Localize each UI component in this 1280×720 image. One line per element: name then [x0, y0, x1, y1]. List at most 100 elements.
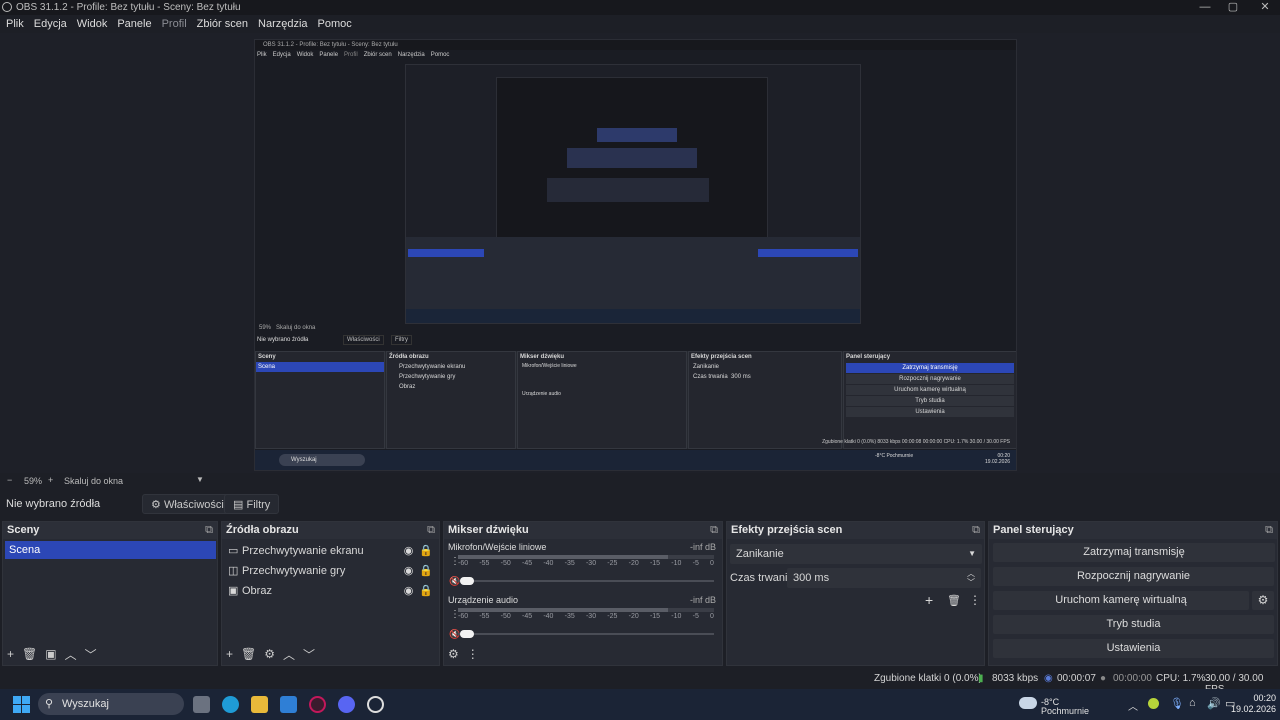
- sources-dock: Źródła obrazu ⧉ ▭ Przechwytywanie ekranu…: [221, 521, 440, 666]
- chevron-down-icon: ▼: [968, 549, 976, 558]
- microphone-icon[interactable]: 🎙: [1170, 697, 1184, 710]
- add-icon[interactable]: +: [7, 647, 14, 661]
- tray-app-icon[interactable]: [1148, 698, 1159, 709]
- filters-button[interactable]: ▤ Filtry: [224, 494, 280, 514]
- search-icon: ⚲: [45, 698, 54, 710]
- filter-icon[interactable]: ▣: [45, 647, 56, 661]
- mic-meter: [458, 555, 714, 559]
- network-icon[interactable]: ⌂: [1189, 697, 1196, 709]
- mixer-dock: Mikser dźwięku ⧉ Mikrofon/Wejście liniow…: [443, 521, 723, 666]
- start-recording-button[interactable]: Rozpocznij nagrywanie: [993, 567, 1274, 586]
- nested-preview: [405, 64, 861, 324]
- duration-label: Czas trwania: [730, 572, 794, 584]
- close-button[interactable]: ✕: [1250, 0, 1280, 15]
- trash-icon[interactable]: 🗑: [241, 647, 256, 661]
- mic-volume-slider[interactable]: [458, 577, 714, 585]
- trash-icon[interactable]: 🗑: [22, 647, 37, 661]
- menu-panele[interactable]: Panele: [117, 15, 151, 33]
- kebab-icon[interactable]: ⋮: [969, 593, 981, 607]
- zoom-out-button[interactable]: −: [7, 475, 12, 485]
- duration-value: 300 ms: [793, 572, 830, 584]
- chevron-up-icon[interactable]: ︿: [283, 646, 295, 663]
- tick: -30: [585, 613, 597, 620]
- zoom-in-button[interactable]: +: [48, 475, 53, 485]
- trash-icon[interactable]: 🗑: [947, 594, 961, 607]
- menu-edycja[interactable]: Edycja: [34, 15, 67, 33]
- tick: -20: [628, 613, 639, 620]
- menu-zbior-scen[interactable]: Zbiór scen: [197, 15, 248, 33]
- chevron-down-icon[interactable]: ▼: [196, 475, 204, 484]
- scale-mode-select[interactable]: Skaluj do okna: [64, 476, 204, 486]
- undock-icon[interactable]: ⧉: [205, 522, 213, 539]
- advanced-audio-icon[interactable]: ⚙: [448, 647, 459, 661]
- edge-icon[interactable]: [222, 696, 239, 713]
- undock-icon[interactable]: ⧉: [972, 522, 980, 539]
- chevron-down-icon[interactable]: ﹀: [303, 646, 315, 663]
- properties-button[interactable]: ⚙ Właściwości: [142, 494, 233, 514]
- eye-icon[interactable]: ◉: [404, 582, 414, 600]
- undock-icon[interactable]: ⧉: [1265, 522, 1273, 539]
- gear-icon[interactable]: ⚙: [264, 647, 275, 661]
- preview-canvas[interactable]: OBS 31.1.2 - Profile: Bez tytułu - Sceny…: [254, 39, 1017, 471]
- source-item[interactable]: ▭ Przechwytywanie ekranu ◉ 🔒: [228, 542, 433, 560]
- mic-level: -inf dB: [689, 542, 716, 552]
- eye-icon[interactable]: ◉: [404, 542, 414, 560]
- source-item[interactable]: ◫ Przechwytywanie gry ◉ 🔒: [228, 562, 433, 580]
- mixer-header: Mikser dźwięku ⧉: [444, 522, 722, 539]
- add-icon[interactable]: +: [925, 592, 933, 608]
- nested-mini-preview: [597, 128, 677, 142]
- minimize-button[interactable]: —: [1190, 0, 1220, 15]
- eye-icon[interactable]: ◉: [404, 562, 414, 580]
- search-label: Wyszukaj: [62, 698, 109, 710]
- gear-icon[interactable]: ⚙: [1252, 591, 1274, 610]
- maximize-button[interactable]: ▢: [1218, 0, 1248, 15]
- menu-profil[interactable]: Profil: [162, 15, 187, 33]
- scene-item[interactable]: Scena: [5, 541, 216, 559]
- add-icon[interactable]: +: [226, 647, 233, 661]
- duration-input[interactable]: 300 ms ︿ ﹀: [787, 568, 981, 588]
- desktop-volume-slider[interactable]: [458, 630, 714, 638]
- undock-icon[interactable]: ⧉: [427, 522, 435, 539]
- nested-zoom-value: 59%: [259, 325, 272, 331]
- menu-plik[interactable]: Plik: [6, 15, 24, 33]
- chevron-down-icon[interactable]: ﹀: [85, 646, 97, 663]
- cloud-icon: [1019, 697, 1037, 709]
- nested-scene: [408, 249, 484, 257]
- tick: -10: [671, 560, 682, 567]
- lock-icon[interactable]: 🔒: [419, 542, 433, 560]
- nested-controls-title: Panel sterujący: [846, 354, 891, 360]
- file-explorer-icon[interactable]: [251, 696, 268, 713]
- discord-icon[interactable]: [338, 696, 355, 713]
- transition-select[interactable]: Zanikanie ▼: [730, 544, 982, 564]
- nested-search: Wyszukaj: [279, 454, 365, 466]
- volume-icon[interactable]: 🔊: [1207, 697, 1221, 710]
- chevron-up-icon[interactable]: ︿: [1128, 698, 1138, 713]
- virtual-camera-button[interactable]: Uruchom kamerę wirtualną: [993, 591, 1249, 610]
- lock-icon[interactable]: 🔒: [419, 582, 433, 600]
- undock-icon[interactable]: ⧉: [710, 522, 718, 539]
- kebab-icon[interactable]: ⋮: [467, 647, 479, 661]
- taskbar-search[interactable]: ⚲ Wyszukaj: [38, 693, 184, 715]
- task-view-icon[interactable]: [193, 696, 210, 713]
- windows-start-icon[interactable]: [13, 696, 30, 713]
- tick: -40: [543, 560, 554, 567]
- nested-control-btn: Uruchom kamerę wirtualną: [846, 385, 1014, 395]
- studio-mode-button[interactable]: Tryb studia: [993, 615, 1274, 634]
- transitions-dock: Efekty przejścia scen ⧉ Zanikanie ▼ Czas…: [726, 521, 985, 666]
- chevron-up-icon[interactable]: ︿: [65, 646, 77, 663]
- menu-pomoc[interactable]: Pomoc: [318, 15, 352, 33]
- nested-filters: Filtry: [391, 335, 412, 345]
- settings-button[interactable]: Ustawienia: [993, 639, 1274, 658]
- chrome-icon[interactable]: [367, 696, 384, 713]
- transition-value: Zanikanie: [736, 548, 784, 560]
- outlook-icon[interactable]: [280, 696, 297, 713]
- menu-widok[interactable]: Widok: [77, 15, 108, 33]
- menu-narzedzia[interactable]: Narzędzia: [258, 15, 308, 33]
- lock-icon[interactable]: 🔒: [419, 562, 433, 580]
- mic-channel-name: Mikrofon/Wejście liniowe: [448, 542, 547, 552]
- stop-stream-button[interactable]: Zatrzymaj transmisję: [993, 543, 1275, 562]
- obs-app-icon[interactable]: [309, 696, 326, 713]
- clock[interactable]: 00:20: [1244, 693, 1276, 703]
- source-item[interactable]: ▣ Obraz ◉ 🔒: [228, 582, 433, 600]
- spin-down-icon[interactable]: ﹀: [967, 573, 975, 593]
